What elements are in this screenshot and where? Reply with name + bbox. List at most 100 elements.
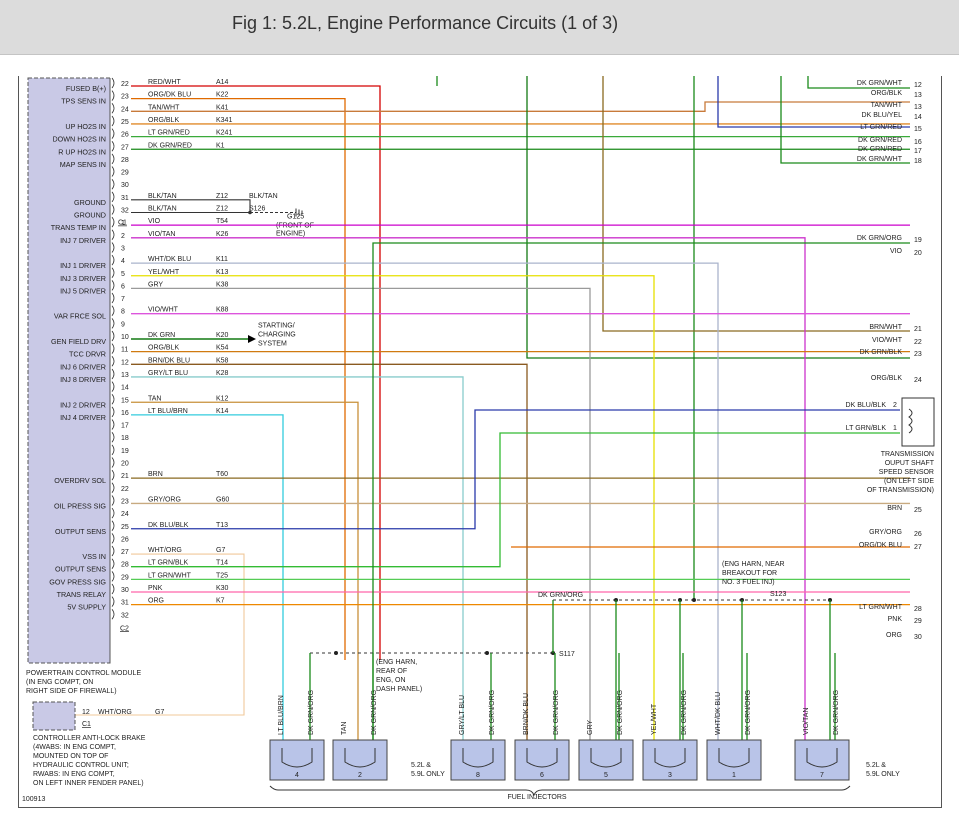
connector-c2: C2 (120, 625, 129, 632)
pin-number: 25 (121, 524, 129, 531)
splice-dot (334, 651, 338, 655)
right-wire-label: DK GRN/ORG (857, 235, 902, 242)
pin-number: 27 (121, 144, 129, 151)
pin-bracket (111, 292, 115, 304)
pcm-function-label: INJ 8 DRIVER (60, 375, 106, 384)
ground-note-line: (FRONT OF (276, 223, 314, 230)
abs-caption-line: (4WABS: IN ENG COMPT, (33, 744, 116, 751)
splice-s117-label: S117 (559, 651, 575, 658)
circuit-id-label: G60 (216, 496, 229, 503)
pcm-function-label: R UP HO2S IN (58, 147, 106, 156)
wire-color-label: TAN/WHT (148, 104, 180, 111)
pin-bracket (111, 419, 115, 430)
right-pin-number: 15 (914, 126, 922, 133)
right-wire-label: PNK (888, 616, 903, 623)
injector-number: 1 (732, 772, 736, 779)
injector-number: 2 (358, 772, 362, 779)
wire-color-label: GRY/LT BLU (148, 370, 188, 377)
pin-bracket (111, 343, 115, 354)
pin-number: 3 (121, 245, 125, 252)
pin-bracket (111, 128, 115, 139)
pin-bracket (111, 77, 115, 89)
right-wire-label: ORG (886, 632, 902, 639)
right-pin-number: 16 (914, 139, 922, 146)
wire-color-label: DK BLU/BLK (148, 522, 189, 529)
injector-wire-left: GRY/LT BLU (459, 695, 466, 735)
pin-bracket (111, 356, 115, 367)
circuit-id-label: Z12 (216, 193, 228, 200)
tos-caption-line: (ON LEFT SIDE (884, 478, 934, 485)
right-pin-number: 12 (914, 82, 922, 89)
injector-wire-left: TAN (341, 722, 348, 735)
pin-number: 21 (121, 473, 129, 480)
pin-number: 19 (121, 448, 129, 455)
splice-dot (692, 598, 696, 602)
pcm-function-label: GROUND (74, 198, 106, 207)
ground-wire-label: BLK/TAN (249, 193, 278, 200)
pin-bracket (111, 141, 115, 152)
tos-caption-line: OF TRANSMISSION) (867, 487, 934, 494)
pin-number: 31 (121, 600, 129, 607)
pin-number: 25 (121, 119, 129, 126)
splice-s117-note-line: (ENG HARN, (376, 659, 417, 666)
right-pin-number: 29 (914, 618, 922, 625)
wire-brn-dkblu (131, 363, 528, 740)
pin-bracket (111, 457, 115, 468)
injector-number: 6 (540, 772, 544, 779)
pin-number: 15 (121, 397, 129, 404)
right-wire-label: ORG/DK BLU (859, 542, 902, 549)
pin-number: 23 (121, 94, 129, 101)
pin-bracket (111, 330, 115, 342)
pin-number: 32 (121, 612, 129, 619)
pin-bracket (111, 469, 115, 481)
circuit-id-label: K28 (216, 370, 229, 377)
pcm-function-label: DOWN HO2S IN (52, 135, 106, 144)
ground-note-line: ENGINE) (276, 231, 305, 238)
circuit-id-label: K12 (216, 395, 229, 402)
charging-label-line: STARTING/ (258, 322, 295, 329)
injector-number: 7 (820, 772, 824, 779)
charging-arrow (248, 335, 256, 343)
wire-color-label: BLK/TAN (148, 193, 177, 200)
circuit-id-label: K58 (216, 357, 229, 364)
connector-c1: C1 (118, 220, 127, 227)
right-pin-number: 24 (914, 377, 922, 384)
pin-bracket (111, 204, 115, 215)
pin-bracket (111, 254, 115, 266)
pin-bracket (111, 596, 115, 607)
wire-color-label: BRN (148, 471, 163, 478)
pin-bracket (111, 267, 115, 278)
circuit-id-label: K38 (216, 281, 229, 288)
pin-bracket (111, 115, 115, 127)
pin-bracket (111, 166, 115, 177)
pin-number: 20 (121, 461, 129, 468)
pin-number: 26 (121, 132, 129, 139)
pin-bracket (111, 103, 115, 114)
right-pin-number: 30 (914, 634, 922, 641)
pcm-function-label: OVERDRV SOL (54, 476, 106, 485)
pin-bracket (111, 229, 115, 241)
wire-color-label: ORG/BLK (148, 117, 179, 124)
tos-pin-a: 2 (893, 402, 897, 409)
wire-color-label: RED/WHT (148, 79, 181, 86)
pin-bracket (111, 571, 115, 582)
pin-bracket (111, 406, 115, 418)
tos-wire-b: LT GRN/BLK (846, 425, 887, 432)
injector-wire-right: DK GRN/ORG (745, 690, 752, 735)
circuit-id-label: K13 (216, 269, 229, 276)
tos-sensor-box (901, 397, 935, 447)
pcm-function-label: INJ 1 DRIVER (60, 261, 106, 270)
pin-bracket (111, 583, 115, 595)
injector-wire-left: LT BLU/BRN (278, 695, 285, 735)
pin-number: 28 (121, 562, 129, 569)
pcm-function-label: OIL PRESS SIG (54, 501, 106, 510)
pin-number: 7 (121, 296, 125, 303)
abs-connector: C1 (82, 721, 91, 728)
pin-number: 26 (121, 536, 129, 543)
circuit-id-label: K7 (216, 598, 225, 605)
pin-bracket (111, 533, 115, 544)
wire-dkblu-blk (131, 409, 900, 530)
right-wire-label: DK BLU/YEL (862, 112, 903, 119)
splice-s126-label: S126 (249, 206, 265, 213)
splice-s123-note-line: (ENG HARN, NEAR (722, 561, 785, 568)
